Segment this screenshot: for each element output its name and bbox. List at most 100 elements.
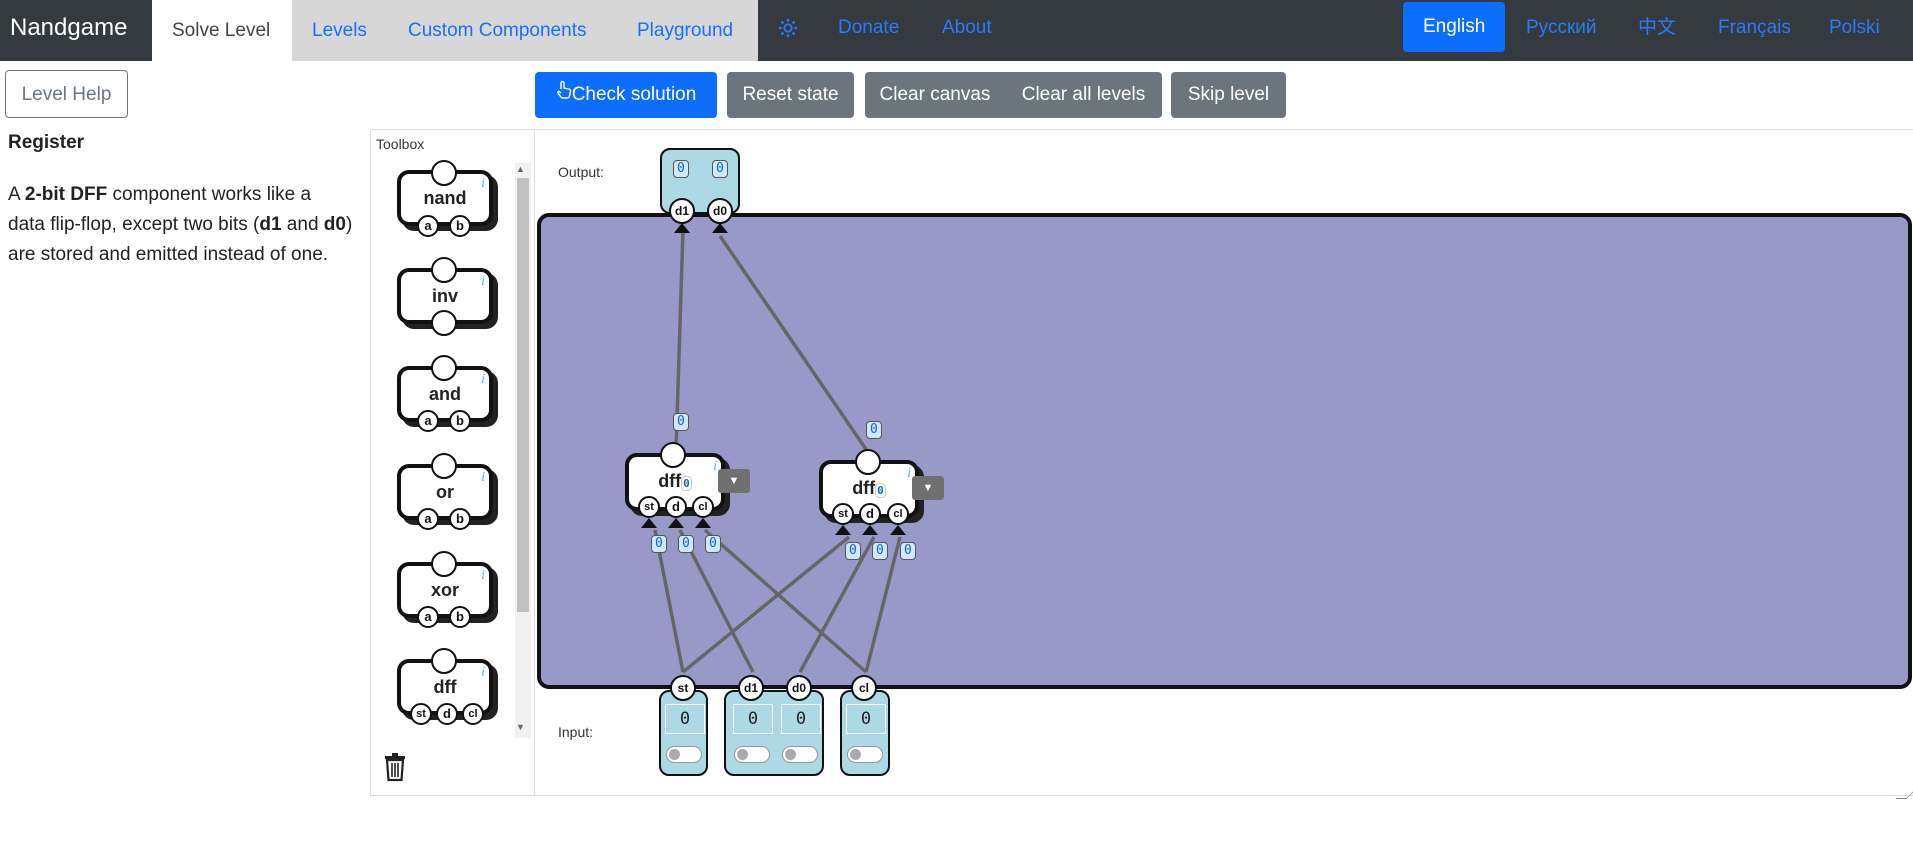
tab-solve-level[interactable]: Solve Level <box>152 0 292 61</box>
output-pin[interactable] <box>660 442 686 468</box>
output-pin[interactable] <box>431 648 457 674</box>
wire-value: 0 <box>900 542 916 560</box>
brand-logo[interactable]: Nandgame <box>10 14 127 42</box>
info-icon[interactable]: i <box>481 372 485 388</box>
input-pin-d[interactable]: d <box>436 703 458 725</box>
clear-canvas-button[interactable]: Clear canvas <box>865 72 1005 118</box>
input-arrow-icon <box>862 525 878 535</box>
output-pin[interactable] <box>431 355 457 381</box>
output-value-d1: 0 <box>673 160 689 178</box>
input-pin-cl[interactable]: cl <box>887 503 909 525</box>
info-icon[interactable]: i <box>481 176 485 192</box>
input-pin-a[interactable]: a <box>417 410 439 432</box>
dff-state-value: 0 <box>875 483 886 498</box>
input-pin-st[interactable]: st <box>832 503 854 525</box>
lang-french[interactable]: Français <box>1718 0 1791 56</box>
skip-level-button[interactable]: Skip level <box>1171 72 1286 118</box>
input-pin-a[interactable]: a <box>417 606 439 628</box>
input-value-cl: 0 <box>846 704 886 734</box>
level-help-button[interactable]: Level Help <box>5 70 128 118</box>
input-pin-a[interactable]: a <box>417 508 439 530</box>
input-pin-b[interactable]: b <box>449 215 471 237</box>
lang-chinese[interactable]: 中文 <box>1638 0 1676 56</box>
tab-levels[interactable]: Levels <box>292 0 387 61</box>
scroll-down-icon[interactable]: ▼ <box>516 722 525 732</box>
circuit-board[interactable] <box>537 213 1912 689</box>
toolbox-scrollbar-thumb[interactable] <box>517 178 529 612</box>
input-pin-st[interactable]: st <box>410 703 432 725</box>
tab-custom-components[interactable]: Custom Components <box>388 0 606 61</box>
output-label: Output: <box>558 164 604 180</box>
nav-donate[interactable]: Donate <box>838 0 899 56</box>
chevron-down-icon[interactable]: ▼ <box>718 469 750 493</box>
component-label: and <box>428 384 461 404</box>
output-pin-d0[interactable]: d0 <box>707 198 733 224</box>
info-icon[interactable]: i <box>481 568 485 584</box>
component-label: dff <box>658 471 682 491</box>
output-pin-d1[interactable]: d1 <box>669 198 695 224</box>
chevron-down-icon[interactable]: ▼ <box>912 476 944 500</box>
input-pin-cl[interactable]: cl <box>851 675 877 701</box>
nav-about[interactable]: About <box>942 0 992 56</box>
wire-value: 0 <box>678 535 694 553</box>
input-arrow-icon <box>890 525 906 535</box>
input-arrow-icon <box>712 223 728 233</box>
output-pin[interactable] <box>431 160 457 186</box>
gear-icon[interactable] <box>777 0 799 56</box>
info-icon[interactable]: i <box>713 459 717 475</box>
check-solution-button[interactable]: Check solution <box>535 72 717 118</box>
input-pin-d0[interactable]: d0 <box>786 675 812 701</box>
input-label: Input: <box>558 724 594 740</box>
lang-polish[interactable]: Polski <box>1829 0 1880 56</box>
wire-value: 0 <box>866 421 882 439</box>
clear-buttons-group: Clear canvas Clear all levels <box>865 72 1162 118</box>
hand-pointer-icon <box>556 72 572 118</box>
input-pin-cl[interactable]: cl <box>692 496 714 518</box>
dff-label-wrap: dff 0 <box>823 478 915 499</box>
input-arrow-icon <box>674 223 690 233</box>
component-label: or <box>436 482 454 502</box>
desc-strong: d1 <box>259 214 282 235</box>
clear-all-levels-button[interactable]: Clear all levels <box>1005 72 1162 118</box>
input-value-d0: 0 <box>781 704 821 734</box>
toggle-d0[interactable] <box>782 746 818 763</box>
component-label: inv <box>431 286 458 306</box>
lang-russian[interactable]: Русский <box>1526 0 1597 56</box>
info-icon[interactable]: i <box>481 470 485 486</box>
input-pin-st[interactable]: st <box>638 496 660 518</box>
component-label: nand <box>423 188 467 208</box>
toggle-st[interactable] <box>666 746 702 763</box>
info-icon[interactable]: i <box>481 665 485 681</box>
toggle-d1[interactable] <box>734 746 770 763</box>
trash-icon[interactable] <box>382 752 408 787</box>
input-arrow-icon <box>668 518 684 528</box>
wire-value: 0 <box>673 413 689 431</box>
reset-state-button[interactable]: Reset state <box>727 72 854 118</box>
input-pin-d1[interactable]: d1 <box>738 675 764 701</box>
input-pin[interactable] <box>431 310 457 336</box>
input-pin-cl[interactable]: cl <box>462 703 484 725</box>
toggle-cl[interactable] <box>847 746 883 763</box>
input-pin-d[interactable]: d <box>665 496 687 518</box>
info-icon[interactable]: i <box>907 466 911 482</box>
input-pin-b[interactable]: b <box>449 410 471 432</box>
wire-value: 0 <box>651 535 667 553</box>
input-pin-st[interactable]: st <box>670 675 696 701</box>
input-pin-d[interactable]: d <box>859 503 881 525</box>
tab-playground[interactable]: Playground <box>617 0 753 61</box>
desc-strong: d0 <box>323 214 346 235</box>
output-pin[interactable] <box>431 551 457 577</box>
output-pin[interactable] <box>431 257 457 283</box>
input-arrow-icon <box>695 518 711 528</box>
input-pin-b[interactable]: b <box>449 606 471 628</box>
lang-english[interactable]: English <box>1403 2 1506 52</box>
input-pin-b[interactable]: b <box>449 508 471 530</box>
input-value-d1: 0 <box>733 704 773 734</box>
output-pin[interactable] <box>431 453 457 479</box>
info-icon[interactable]: i <box>481 274 485 290</box>
toolbox-label: Toolbox <box>376 136 425 152</box>
input-pin-a[interactable]: a <box>417 215 439 237</box>
level-description: A 2-bit DFF component works like a data … <box>8 180 353 270</box>
output-pin[interactable] <box>855 449 881 475</box>
scroll-up-icon[interactable]: ▲ <box>516 164 525 174</box>
